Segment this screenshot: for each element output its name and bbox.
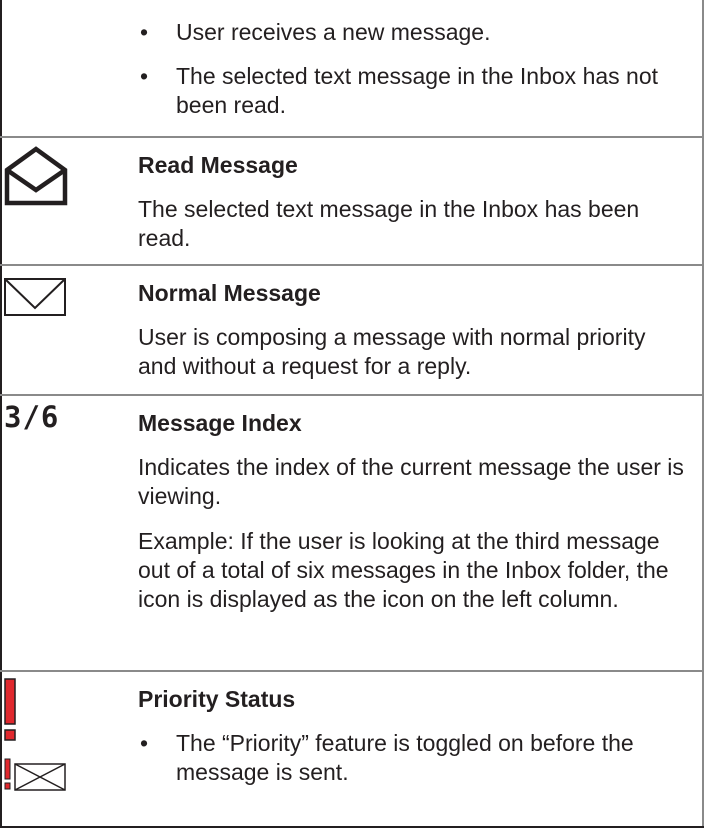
list-item: • The selected text message in the Inbox …	[140, 63, 659, 118]
list-item: • The “Priority” feature is toggled on be…	[140, 730, 634, 785]
text-cell: Priority Status • The “Priority” feature …	[138, 685, 684, 802]
row-divider	[0, 264, 704, 266]
row-example: Example: If the user is looking at the t…	[138, 528, 669, 612]
priority-envelope-icon	[4, 758, 66, 791]
row-description: The selected text message in the Inbox h…	[138, 196, 640, 251]
row-title: Normal Message	[138, 280, 321, 306]
row-title: Message Index	[138, 410, 302, 436]
row-description: User is composing a message with normal …	[138, 324, 646, 379]
row-divider	[0, 136, 704, 138]
row-divider	[0, 394, 704, 396]
list-item: • User receives a new message.	[140, 19, 491, 45]
text-cell: • User receives a new message. • The selec…	[138, 18, 684, 135]
text-cell: Read Message The selected text message i…	[138, 151, 684, 269]
bullet-list: • User receives a new message. • The selec…	[138, 18, 684, 120]
priority-exclamation-icon	[4, 678, 16, 741]
text-cell: Normal Message User is composing a messa…	[138, 279, 684, 397]
text-cell: Message Index Indicates the index of the…	[138, 409, 684, 630]
row-title: Read Message	[138, 152, 298, 178]
bullet-list: • The “Priority” feature is toggled on be…	[138, 729, 684, 787]
row-description: Indicates the index of the current messa…	[138, 454, 684, 509]
table-left-border	[0, 0, 2, 826]
normal-message-envelope-icon	[4, 278, 66, 316]
bullet-text: The “Priority” feature is toggled on bef…	[176, 730, 634, 785]
bullet-text: The selected text message in the Inbox h…	[176, 63, 659, 118]
read-message-envelope-icon	[4, 146, 68, 206]
message-index-icon: 3/6	[4, 400, 60, 434]
bullet-text: User receives a new message.	[176, 19, 491, 45]
row-title: Priority Status	[138, 686, 296, 712]
row-divider	[0, 670, 704, 672]
